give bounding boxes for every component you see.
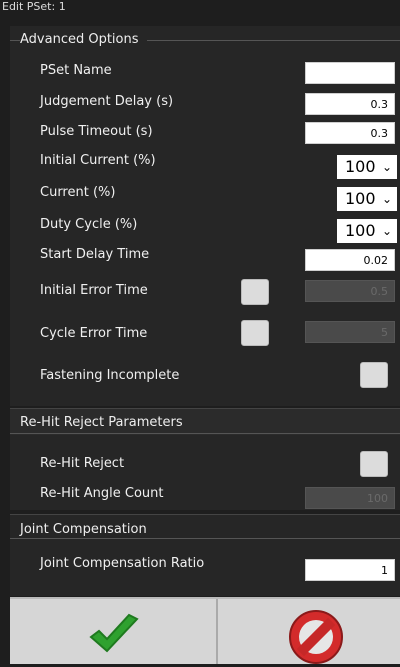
current-value: 100 — [345, 189, 376, 208]
initial-error-checkbox[interactable] — [241, 279, 269, 305]
fastening-incomplete-checkbox[interactable] — [360, 362, 388, 388]
section-title-rehit: Re-Hit Reject Parameters — [20, 415, 191, 431]
cancel-button[interactable] — [218, 599, 400, 664]
pulse-timeout-input[interactable]: 0.3 — [305, 122, 395, 144]
confirm-button[interactable] — [10, 599, 216, 664]
initial-error-input: 0.5 — [305, 280, 395, 302]
initial-current-label: Initial Current (%) — [40, 153, 156, 168]
judgement-delay-input[interactable]: 0.3 — [305, 93, 395, 115]
chevron-down-icon: ⌄ — [381, 160, 392, 174]
chevron-down-icon: ⌄ — [381, 192, 392, 206]
section-title-joint: Joint Compensation — [20, 522, 155, 538]
judgement-delay-label: Judgement Delay (s) — [40, 94, 174, 109]
section-title-advanced: Advanced Options — [20, 32, 147, 48]
pset-name-input[interactable] — [305, 62, 395, 84]
cycle-error-checkbox[interactable] — [241, 320, 269, 346]
chevron-down-icon: ⌄ — [381, 224, 392, 238]
cycle-error-input: 5 — [305, 321, 395, 343]
rehit-angle-label: Re-Hit Angle Count — [40, 486, 164, 501]
cycle-error-label: Cycle Error Time — [40, 326, 148, 341]
fastening-incomplete-label: Fastening Incomplete — [40, 368, 180, 383]
duty-cycle-value: 100 — [345, 221, 376, 240]
initial-error-label: Initial Error Time — [40, 283, 148, 298]
pset-name-label: PSet Name — [40, 63, 112, 78]
joint-ratio-input[interactable]: 1 — [305, 559, 395, 581]
pulse-timeout-label: Pulse Timeout (s) — [40, 124, 153, 139]
divider — [10, 433, 400, 434]
divider — [10, 514, 400, 515]
initial-current-value: 100 — [345, 157, 376, 176]
duty-cycle-select[interactable]: 100 ⌄ — [337, 219, 397, 243]
start-delay-input[interactable]: 0.02 — [305, 249, 395, 271]
rehit-reject-checkbox[interactable] — [360, 451, 388, 477]
button-bar — [10, 597, 400, 664]
divider — [10, 538, 400, 539]
rehit-reject-label: Re-Hit Reject — [40, 456, 125, 471]
no-entry-icon — [289, 610, 343, 664]
rehit-angle-input: 100 — [305, 487, 395, 509]
initial-current-select[interactable]: 100 ⌄ — [337, 155, 397, 179]
current-label: Current (%) — [40, 185, 116, 200]
check-icon — [89, 613, 139, 653]
start-delay-label: Start Delay Time — [40, 247, 150, 262]
current-select[interactable]: 100 ⌄ — [337, 187, 397, 211]
joint-ratio-label: Joint Compensation Ratio — [40, 556, 205, 571]
dialog-title: Edit PSet: 1 — [2, 0, 66, 13]
duty-cycle-label: Duty Cycle (%) — [40, 217, 138, 232]
